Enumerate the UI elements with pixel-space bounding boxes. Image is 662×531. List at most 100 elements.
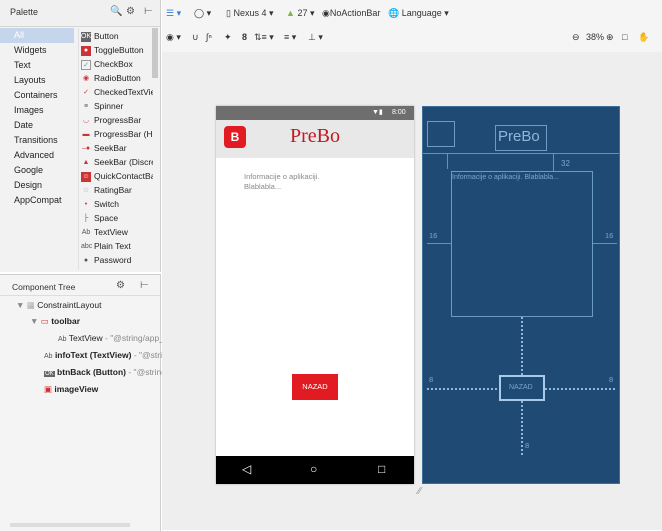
zoom-out-icon[interactable]: ⊖ bbox=[572, 32, 580, 43]
constraint-line bbox=[593, 243, 617, 244]
recents-icon: □ bbox=[378, 462, 386, 476]
button-icon: OK bbox=[81, 31, 92, 42]
blueprint-infotext[interactable]: Informacije o aplikaciji. Blablabla... bbox=[451, 171, 593, 317]
widget-seekbar[interactable]: –● SeekBar bbox=[81, 142, 153, 154]
layout-icon: ▦ bbox=[26, 300, 35, 310]
tree-node-toolbar[interactable]: ▼ ▭ toolbar bbox=[30, 316, 80, 327]
quickcontactbadge-icon: ☺ bbox=[81, 171, 91, 182]
widget-progressbar-horizontal[interactable]: ▬ ProgressBar (Ho bbox=[81, 128, 154, 140]
blueprint-title[interactable]: PreBo bbox=[495, 125, 547, 151]
eye-icon[interactable]: ◉ ▾ bbox=[166, 32, 181, 43]
app-logo[interactable]: B bbox=[224, 126, 246, 148]
widget-togglebutton[interactable]: ● ToggleButton bbox=[81, 44, 153, 56]
gear-icon[interactable]: ⚙ bbox=[116, 280, 127, 291]
orientation-icon[interactable]: ◯ ▾ bbox=[194, 8, 211, 19]
widget-ratingbar[interactable]: ☆ RatingBar bbox=[81, 184, 153, 196]
pack-icon[interactable]: ⇅≡ ▾ bbox=[254, 32, 274, 43]
resize-handle-icon[interactable]: ∕∕ bbox=[418, 486, 421, 497]
expand-arrow-icon: ▼ bbox=[30, 316, 39, 326]
category-all[interactable]: All bbox=[0, 28, 74, 43]
widget-button[interactable]: OK Button bbox=[81, 30, 153, 42]
category-containers[interactable]: Containers bbox=[0, 88, 74, 103]
category-transitions[interactable]: Transitions bbox=[0, 133, 74, 148]
widget-password[interactable]: ● Password bbox=[81, 254, 153, 266]
tree-scrollbar[interactable] bbox=[10, 523, 130, 527]
seekbar-discrete-icon: ▲ bbox=[82, 158, 90, 166]
app-title[interactable]: PreBo bbox=[290, 125, 340, 148]
widget-radiobutton[interactable]: ◉ RadioButton bbox=[81, 72, 153, 84]
widget-plaintext[interactable]: abc Plain Text bbox=[81, 240, 153, 252]
category-advanced[interactable]: Advanced bbox=[0, 148, 74, 163]
blueprint-surface[interactable]: PreBo 32 Informacije o aplikaciji. Blabl… bbox=[422, 106, 620, 484]
tree-node-constraintlayout[interactable]: ▼ ▦ ConstraintLayout bbox=[16, 300, 101, 311]
tree-node-imageview[interactable]: ▣ imageView bbox=[44, 384, 98, 395]
constraint-spring bbox=[521, 401, 523, 457]
category-layouts[interactable]: Layouts bbox=[0, 73, 74, 88]
category-design[interactable]: Design bbox=[0, 178, 74, 193]
component-tree-title: Component Tree bbox=[12, 282, 76, 292]
align-icon[interactable]: ≡ ▾ bbox=[284, 32, 296, 43]
tree-node-textview[interactable]: Ab TextView - "@string/app_n bbox=[58, 333, 169, 343]
nazad-button[interactable]: NAZAD bbox=[292, 374, 338, 400]
pan-icon[interactable]: ✋ bbox=[638, 32, 649, 43]
tree-node-infotext[interactable]: Ab infoText (TextView) - "@strin bbox=[44, 350, 167, 360]
widget-textview[interactable]: Ab TextView bbox=[81, 226, 153, 238]
palette-scrollbar[interactable] bbox=[152, 28, 158, 78]
zoom-in-icon[interactable]: ⊕ bbox=[606, 32, 614, 43]
switch-icon: • bbox=[84, 200, 88, 208]
gear-icon[interactable]: ⚙ bbox=[126, 6, 137, 17]
widget-seekbar-discrete[interactable]: ▲ SeekBar (Discret bbox=[81, 156, 153, 168]
category-appcompat[interactable]: AppCompat bbox=[0, 193, 74, 208]
widget-space[interactable]: ├ Space bbox=[81, 212, 153, 224]
zoom-fit-icon[interactable]: □ bbox=[622, 32, 627, 42]
widget-switch[interactable]: • Switch bbox=[81, 198, 153, 210]
infer-constraints-icon[interactable]: ✦ bbox=[224, 32, 232, 43]
category-google[interactable]: Google bbox=[0, 163, 74, 178]
blueprint-toolbar-bottom bbox=[423, 153, 619, 154]
api-dropdown[interactable]: ▲ 27 ▾ bbox=[286, 8, 314, 19]
tree-node-btnback[interactable]: OK btnBack (Button) - "@string/ bbox=[44, 367, 168, 377]
blueprint-nazad-button[interactable]: NAZAD bbox=[499, 375, 545, 401]
category-images[interactable]: Images bbox=[0, 103, 74, 118]
palette-title: Palette bbox=[10, 7, 39, 17]
constraint-line bbox=[447, 153, 448, 169]
margin-top-label: 32 bbox=[561, 159, 570, 168]
component-tree-panel: Component Tree ⚙ ⊢ ▼ ▦ ConstraintLayout … bbox=[0, 274, 169, 531]
category-widgets[interactable]: Widgets bbox=[0, 43, 74, 58]
widget-progressbar[interactable]: ◡ ProgressBar bbox=[81, 114, 153, 126]
theme-dropdown[interactable]: ◉NoActionBar bbox=[322, 8, 380, 19]
status-time: 8:00 bbox=[392, 109, 406, 116]
plaintext-icon: abc bbox=[81, 242, 93, 250]
spinner-icon: ≡ bbox=[83, 102, 89, 110]
design-surface[interactable]: ▼▮ 8:00 B PreBo Informacije o aplikaciji… bbox=[216, 106, 414, 484]
pin-icon[interactable]: ⊢ bbox=[144, 6, 155, 17]
language-dropdown[interactable]: 🌐 Language ▾ bbox=[388, 8, 449, 19]
layers-icon[interactable]: ☰ ▾ bbox=[166, 8, 181, 19]
margin-dropdown[interactable]: 8 bbox=[242, 32, 247, 42]
margin-btn-right-label: 8 bbox=[609, 375, 614, 384]
magnet-icon[interactable]: ∪ bbox=[192, 32, 199, 43]
category-date[interactable]: Date bbox=[0, 118, 74, 133]
search-icon[interactable]: 🔍 bbox=[110, 6, 124, 17]
margin-btn-left-label: 8 bbox=[429, 375, 434, 384]
app-toolbar[interactable]: B PreBo bbox=[216, 120, 414, 158]
widget-checkedtextview[interactable]: ✓CheckedTextView bbox=[81, 86, 153, 98]
progressbar-icon: ◡ bbox=[82, 116, 90, 124]
toolbar-icon: ▭ bbox=[40, 316, 49, 326]
guidelines-icon[interactable]: ⊥ ▾ bbox=[308, 32, 323, 43]
togglebutton-icon: ● bbox=[81, 45, 91, 56]
home-icon: ○ bbox=[310, 462, 318, 476]
clear-constraints-icon[interactable]: ∫ⁿ bbox=[206, 32, 212, 42]
info-text[interactable]: Informacije o aplikaciji. Blablabla... bbox=[244, 172, 364, 192]
device-dropdown[interactable]: ▯ Nexus 4 ▾ bbox=[226, 8, 274, 19]
radiobutton-icon: ◉ bbox=[82, 74, 90, 82]
widget-spinner[interactable]: ≡ Spinner bbox=[81, 100, 153, 112]
category-text[interactable]: Text bbox=[0, 58, 74, 73]
palette-widget-list: OK Button ● ToggleButton ✓ CheckBox ◉ RadioB… bbox=[78, 28, 153, 270]
ratingbar-icon: ☆ bbox=[82, 186, 90, 194]
image-icon: ▣ bbox=[44, 384, 53, 394]
widget-checkbox[interactable]: ✓ CheckBox bbox=[81, 58, 153, 70]
blueprint-imageview[interactable] bbox=[427, 121, 455, 147]
pin-icon[interactable]: ⊢ bbox=[140, 280, 151, 291]
widget-quickcontactbadge[interactable]: ☺ QuickContactBa bbox=[81, 170, 153, 182]
